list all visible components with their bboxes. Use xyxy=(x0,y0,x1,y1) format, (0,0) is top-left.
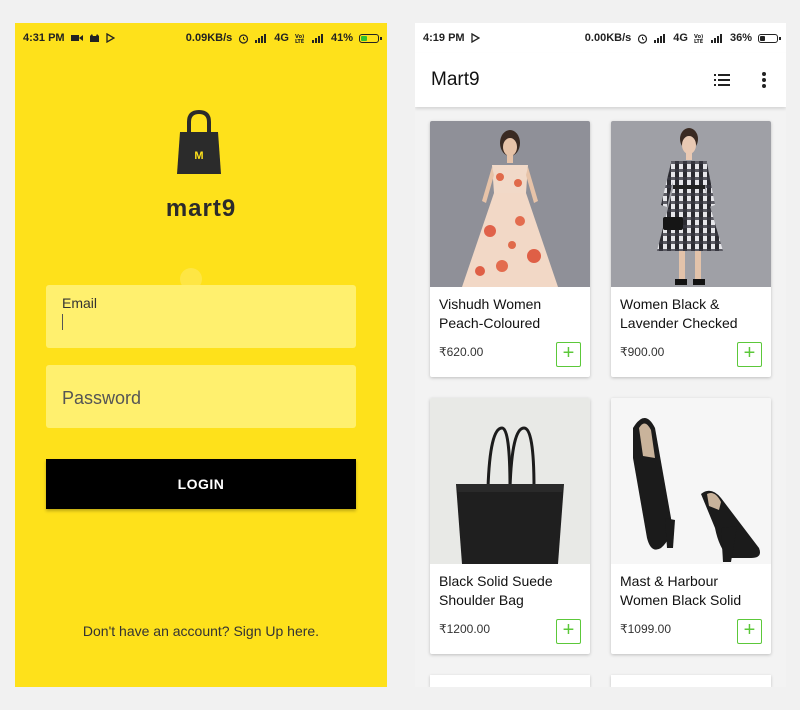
product-card[interactable]: Women Black & Lavender Checked ₹900.00 + xyxy=(611,121,771,377)
shop-screen: 4:19 PM 0.00KB/s 4G Vo) LTE 36% Mart9 Vi… xyxy=(415,23,786,687)
black-heels-image xyxy=(611,398,771,564)
add-to-cart-button[interactable]: + xyxy=(737,342,762,367)
checked-dress-image xyxy=(611,121,771,287)
signal-icon-2 xyxy=(710,33,722,43)
signal-icon xyxy=(255,33,267,43)
product-price: ₹1200.00 xyxy=(439,622,491,636)
video-icon xyxy=(70,35,83,41)
battery-percent: 41% xyxy=(330,32,353,44)
svg-text:LTE: LTE xyxy=(295,39,305,43)
add-to-cart-button[interactable]: + xyxy=(556,342,581,367)
product-card-partial[interactable] xyxy=(430,675,590,687)
shopping-bag-logo-icon: M xyxy=(177,109,221,174)
signup-link[interactable]: Don't have an account? Sign Up here. xyxy=(15,623,387,639)
product-name: Women Black & Lavender Checked xyxy=(620,296,738,331)
product-name: Vishudh Women Peach-Coloured xyxy=(439,296,542,331)
product-price: ₹900.00 xyxy=(620,345,665,359)
battery-icon xyxy=(359,33,382,43)
password-field[interactable]: Password xyxy=(46,365,356,428)
product-name: Black Solid Suede Shoulder Bag xyxy=(439,573,553,608)
svg-text:LTE: LTE xyxy=(694,39,704,43)
floral-dress-image xyxy=(430,121,590,287)
more-vert-icon[interactable] xyxy=(753,69,775,91)
battery-level-fill xyxy=(760,35,765,41)
list-view-icon[interactable] xyxy=(711,69,733,91)
product-card[interactable]: Black Solid Suede Shoulder Bag ₹1200.00 … xyxy=(430,398,590,654)
network-speed: 0.00KB/s xyxy=(584,32,632,44)
network-speed: 0.09KB/s xyxy=(185,32,233,44)
product-price: ₹1099.00 xyxy=(620,622,672,636)
add-to-cart-button[interactable]: + xyxy=(556,619,581,644)
alarm-icon xyxy=(638,33,648,44)
logo-letter: M xyxy=(194,150,203,162)
volte-icon: Vo)LTE xyxy=(295,34,305,43)
status-time: 4:19 PM xyxy=(423,32,465,44)
battery-icon xyxy=(758,33,781,43)
status-time: 4:31 PM xyxy=(23,32,65,44)
status-bar: 4:31 PM 0.09KB/s 4G Vo) LTE 41% xyxy=(15,23,387,53)
product-name: Mast & Harbour Women Black Solid xyxy=(620,573,742,608)
battery-level-fill xyxy=(361,35,367,41)
product-price: ₹620.00 xyxy=(439,345,484,359)
cat-icon xyxy=(89,33,99,42)
product-card[interactable]: Mast & Harbour Women Black Solid ₹1099.0… xyxy=(611,398,771,654)
login-button[interactable]: LOGIN xyxy=(46,459,356,509)
battery-percent: 36% xyxy=(729,32,752,44)
network-type: 4G xyxy=(673,32,688,44)
login-screen: 4:31 PM 0.09KB/s 4G Vo) LTE 41% M mart9 E… xyxy=(15,23,387,687)
play-store-icon xyxy=(470,33,480,43)
volte-icon: Vo)LTE xyxy=(694,34,704,43)
product-card[interactable]: Vishudh Women Peach-Coloured ₹620.00 + xyxy=(430,121,590,377)
app-title: Mart9 xyxy=(431,69,480,90)
signal-icon xyxy=(654,33,666,43)
product-card-partial[interactable] xyxy=(611,675,771,687)
add-to-cart-button[interactable]: + xyxy=(737,619,762,644)
black-bag-image xyxy=(430,398,590,564)
signal-icon-2 xyxy=(311,33,323,43)
app-bar: Mart9 xyxy=(415,53,786,107)
alarm-icon xyxy=(239,33,249,44)
email-field[interactable]: Email xyxy=(46,285,356,348)
play-store-icon xyxy=(105,33,115,43)
brand-name: mart9 xyxy=(165,195,237,222)
status-bar: 4:19 PM 0.00KB/s 4G Vo) LTE 36% xyxy=(415,23,786,53)
network-type: 4G xyxy=(274,32,289,44)
